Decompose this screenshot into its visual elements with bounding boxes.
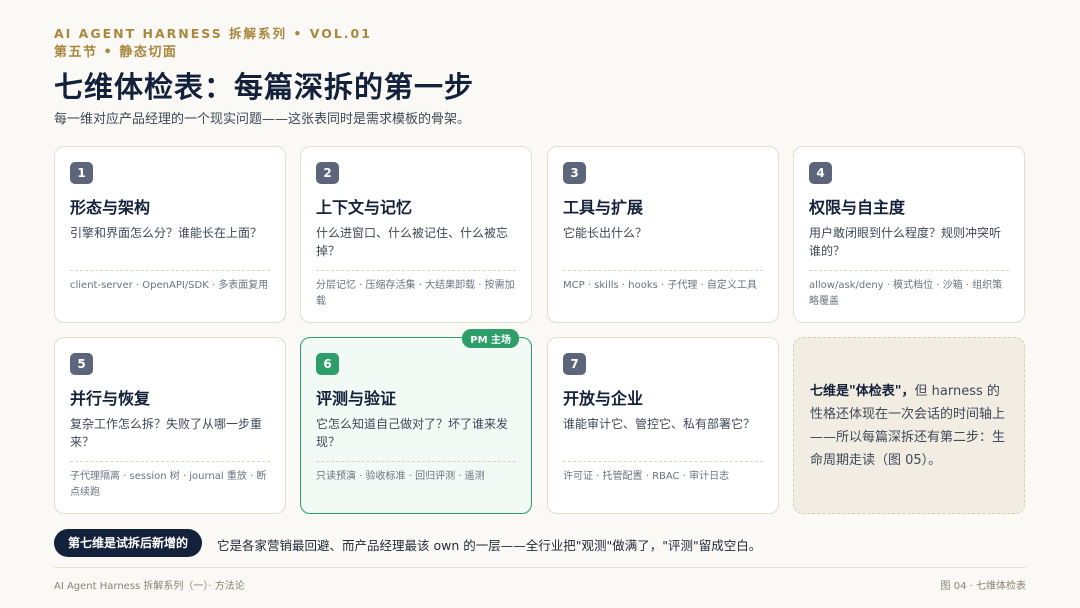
card-number: 6 bbox=[316, 353, 339, 375]
card-question: 谁能审计它、管控它、私有部署它？ bbox=[563, 417, 756, 431]
footer-figure-label: 图 04 · 七维体检表 bbox=[940, 581, 1026, 592]
card-tags: 许可证 · 托管配置 · RBAC · 审计日志 bbox=[563, 471, 730, 482]
card-question: 引擎和界面怎么分？谁能长在上面？ bbox=[70, 226, 263, 240]
dimension-card-2: 2 上下文与记忆 什么进窗口、什么被记住、什么被忘掉？ 分层记忆 · 压缩存活集… bbox=[300, 146, 532, 323]
card-tags: client-server · OpenAPI/SDK · 多表面复用 bbox=[70, 280, 269, 291]
card-question: 什么进窗口、什么被记住、什么被忘掉？ bbox=[316, 226, 509, 258]
section-label: 第五节 • 静态切面 bbox=[54, 45, 178, 60]
dimension-card-3: 3 工具与扩展 它能长出什么？ MCP · skills · hooks · 子… bbox=[547, 146, 779, 323]
note-text: 七维是"体检表"，但 harness 的性格还体现在一次会话的时间轴上——所以每… bbox=[810, 380, 1008, 472]
card-tags: MCP · skills · hooks · 子代理 · 自定义工具 bbox=[563, 280, 757, 291]
footer-divider bbox=[54, 567, 1026, 568]
card-divider bbox=[316, 270, 516, 271]
lifecycle-note: 七维是"体检表"，但 harness 的性格还体现在一次会话的时间轴上——所以每… bbox=[793, 337, 1025, 514]
card-number: 5 bbox=[70, 353, 93, 375]
card-question: 复杂工作怎么拆？失败了从哪一步重来？ bbox=[70, 417, 263, 449]
card-number: 2 bbox=[316, 162, 339, 184]
card-question: 它能长出什么？ bbox=[563, 226, 648, 240]
card-number: 7 bbox=[563, 353, 586, 375]
card-title: 上下文与记忆 bbox=[316, 198, 413, 217]
card-divider bbox=[316, 461, 516, 462]
card-tags: 只读预演 · 验收标准 · 回归评测 · 遥测 bbox=[316, 471, 485, 482]
card-number: 1 bbox=[70, 162, 93, 184]
card-question: 它怎么知道自己做对了？坏了谁来发现？ bbox=[316, 417, 509, 449]
card-divider bbox=[563, 270, 763, 271]
dimension-card-1: 1 形态与架构 引擎和界面怎么分？谁能长在上面？ client-server ·… bbox=[54, 146, 286, 323]
card-tags: 分层记忆 · 压缩存活集 · 大结果卸载 · 按需加载 bbox=[316, 280, 515, 307]
card-title: 形态与架构 bbox=[70, 198, 151, 217]
card-title: 开放与企业 bbox=[563, 389, 644, 408]
card-divider bbox=[70, 461, 270, 462]
callout-text: 它是各家营销最回避、而产品经理最该 own 的一层——全行业把"观测"做满了，"… bbox=[217, 538, 762, 553]
pm-focus-badge: PM 主场 bbox=[462, 329, 519, 348]
card-divider bbox=[809, 270, 1009, 271]
card-title: 评测与验证 bbox=[316, 389, 397, 408]
page-subtitle: 每一维对应产品经理的一个现实问题——这张表同时是需求模板的骨架。 bbox=[54, 112, 471, 127]
card-title: 工具与扩展 bbox=[563, 198, 644, 217]
card-divider bbox=[70, 270, 270, 271]
dimension-card-7: 7 开放与企业 谁能审计它、管控它、私有部署它？ 许可证 · 托管配置 · RB… bbox=[547, 337, 779, 514]
card-title: 并行与恢复 bbox=[70, 389, 151, 408]
note-bold: 七维是"体检表"， bbox=[810, 383, 915, 399]
card-tags: allow/ask/deny · 模式档位 · 沙箱 · 组织策略覆盖 bbox=[809, 280, 1003, 307]
callout-pill: 第七维是试拆后新增的 bbox=[54, 529, 203, 557]
series-kicker: AI AGENT HARNESS 拆解系列 • VOL.01 bbox=[54, 26, 372, 41]
card-question: 用户敢闭眼到什么程度？规则冲突听谁的？ bbox=[809, 226, 1002, 258]
dimension-card-6: PM 主场 6 评测与验证 它怎么知道自己做对了？坏了谁来发现？ 只读预演 · … bbox=[300, 329, 532, 514]
dimension-card-4: 4 权限与自主度 用户敢闭眼到什么程度？规则冲突听谁的？ allow/ask/d… bbox=[793, 146, 1025, 323]
card-divider bbox=[563, 461, 763, 462]
card-title: 权限与自主度 bbox=[809, 198, 906, 217]
dimension-card-5: 5 并行与恢复 复杂工作怎么拆？失败了从哪一步重来？ 子代理隔离 · sessi… bbox=[54, 337, 286, 514]
card-number: 3 bbox=[563, 162, 586, 184]
page-title: 七维体检表：每篇深拆的第一步 bbox=[54, 70, 475, 104]
card-tags: 子代理隔离 · session 树 · journal 重放 · 断点续跑 bbox=[70, 471, 267, 498]
card-number: 4 bbox=[809, 162, 832, 184]
footer-series: AI Agent Harness 拆解系列（一）· 方法论 bbox=[54, 581, 245, 592]
